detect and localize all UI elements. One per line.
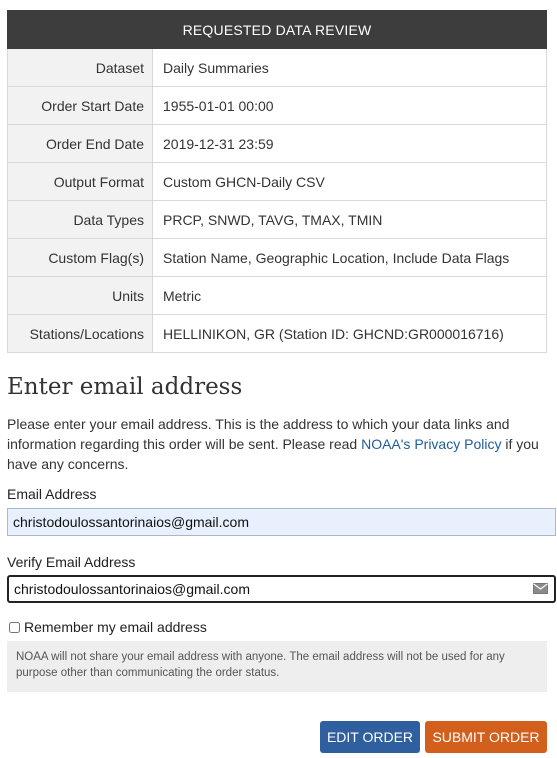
row-label-data-types: Data Types	[7, 200, 153, 239]
table-row: Output Format Custom GHCN-Daily CSV	[7, 162, 547, 201]
email-address-label: Email Address	[7, 486, 97, 502]
table-row: Dataset Daily Summaries	[7, 48, 547, 87]
table-row: Order End Date 2019-12-31 23:59	[7, 124, 547, 163]
email-section-title: Enter email address	[7, 374, 243, 400]
table-row: Data Types PRCP, SNWD, TAVG, TMAX, TMIN	[7, 200, 547, 239]
row-value-stations: HELLINIKON, GR (Station ID: GHCND:GR0000…	[152, 314, 547, 353]
verify-email-field[interactable]	[7, 575, 556, 603]
row-value-end-date: 2019-12-31 23:59	[152, 124, 547, 163]
row-label-custom-flags: Custom Flag(s)	[7, 238, 153, 277]
row-value-output-format: Custom GHCN-Daily CSV	[152, 162, 547, 201]
email-field[interactable]	[7, 508, 556, 536]
table-row: Custom Flag(s) Station Name, Geographic …	[7, 238, 547, 277]
email-intro-text: Please enter your email address. This is…	[7, 414, 552, 474]
row-value-start-date: 1955-01-01 00:00	[152, 86, 547, 125]
row-value-data-types: PRCP, SNWD, TAVG, TMAX, TMIN	[152, 200, 547, 239]
remember-email-label: Remember my email address	[24, 619, 207, 635]
mail-icon	[533, 583, 548, 594]
privacy-notice: NOAA will not share your email address w…	[7, 641, 547, 692]
row-value-custom-flags: Station Name, Geographic Location, Inclu…	[152, 238, 547, 277]
review-table: REQUESTED DATA REVIEW Dataset Daily Summ…	[7, 10, 547, 353]
row-label-start-date: Order Start Date	[7, 86, 153, 125]
row-value-units: Metric	[152, 276, 547, 315]
review-table-heading: REQUESTED DATA REVIEW	[7, 10, 547, 49]
edit-order-button[interactable]: EDIT ORDER	[320, 721, 420, 753]
row-label-end-date: Order End Date	[7, 124, 153, 163]
review-table-header-row: REQUESTED DATA REVIEW	[7, 10, 547, 49]
remember-email-checkbox[interactable]	[9, 621, 20, 633]
row-label-dataset: Dataset	[7, 48, 153, 87]
row-label-stations: Stations/Locations	[7, 314, 153, 353]
row-label-output-format: Output Format	[7, 162, 153, 201]
remember-email-row[interactable]: Remember my email address	[7, 619, 207, 635]
privacy-policy-link[interactable]: NOAA's Privacy Policy	[361, 436, 501, 452]
submit-order-button[interactable]: SUBMIT ORDER	[425, 721, 547, 753]
row-label-units: Units	[7, 276, 153, 315]
verify-email-label: Verify Email Address	[7, 554, 136, 570]
table-row: Stations/Locations HELLINIKON, GR (Stati…	[7, 314, 547, 353]
table-row: Units Metric	[7, 276, 547, 315]
row-value-dataset: Daily Summaries	[152, 48, 547, 87]
table-row: Order Start Date 1955-01-01 00:00	[7, 86, 547, 125]
